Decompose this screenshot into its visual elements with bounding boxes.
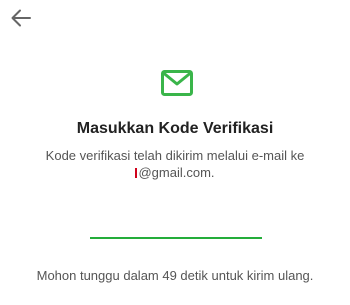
verification-description: Kode verifikasi telah dikirim melalui e-… bbox=[30, 147, 320, 181]
arrow-left-icon bbox=[11, 9, 31, 27]
mail-icon bbox=[161, 70, 193, 96]
page-title: Masukkan Kode Verifikasi bbox=[76, 120, 274, 137]
verification-code-input[interactable] bbox=[90, 225, 262, 239]
description-line-1: Kode verifikasi telah dikirim melalui e-… bbox=[45, 148, 305, 163]
back-button[interactable] bbox=[10, 7, 32, 29]
email-address: @gmail.com. bbox=[138, 165, 215, 180]
resend-countdown: Mohon tunggu dalam 49 detik untuk kirim … bbox=[36, 268, 314, 283]
